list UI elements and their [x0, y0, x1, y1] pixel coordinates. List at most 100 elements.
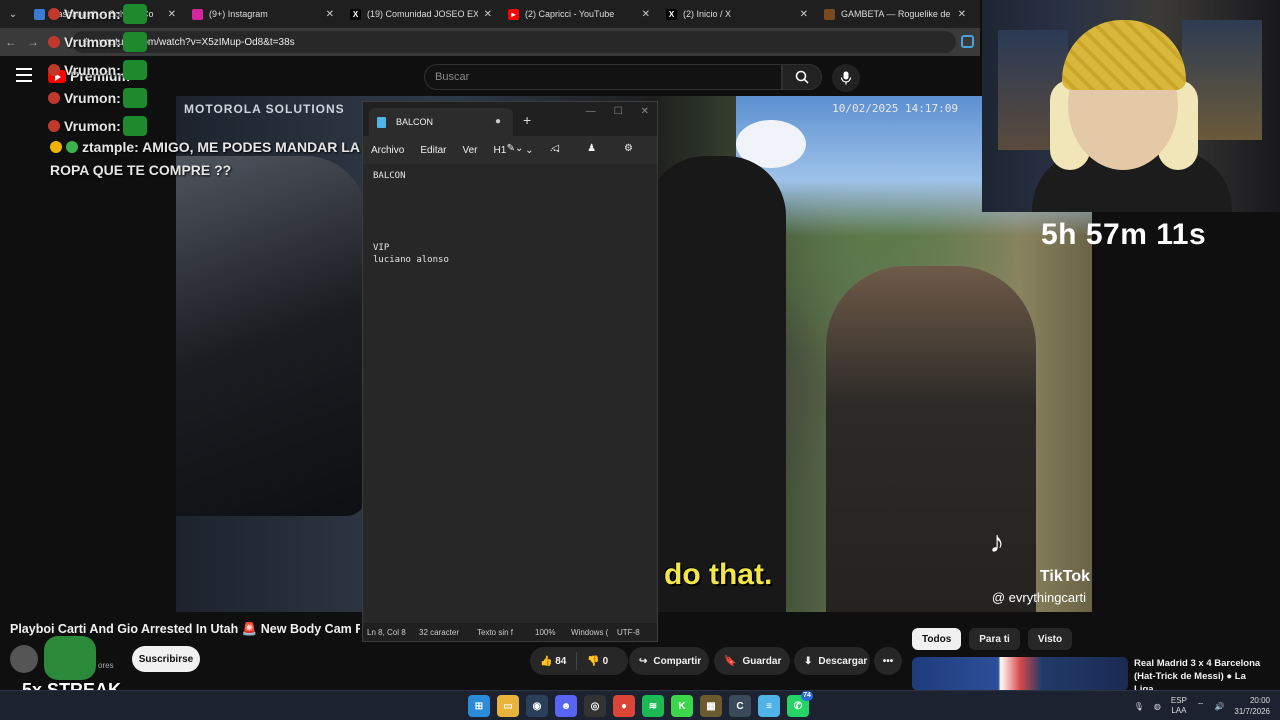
browser-tab-gambeta[interactable]: GAMBETA — Roguelike de Cartas ✕: [816, 0, 974, 28]
tab-search-dropdown-icon[interactable]: ⌄: [0, 0, 26, 28]
format-icon[interactable]: ✎⌄: [507, 143, 524, 154]
close-tab-icon[interactable]: ✕: [800, 9, 808, 20]
close-icon[interactable]: ✕: [641, 106, 649, 117]
clock[interactable]: 20:00 31/7/2026: [1234, 695, 1270, 717]
pepe-emote-icon: [122, 32, 147, 52]
notepad-taskbar-icon[interactable]: ≡: [758, 695, 780, 717]
wifi-icon[interactable]: ⌔: [1197, 701, 1205, 711]
x-favicon-icon: X: [666, 8, 677, 20]
tab-title: (2) Capricci - YouTube: [525, 9, 615, 19]
search-button[interactable]: [782, 64, 822, 90]
browser-tab-x-home[interactable]: X (2) Inicio / X ✕: [658, 0, 816, 28]
browser-tab-youtube[interactable]: ▸ (2) Capricci - YouTube ✕: [500, 0, 658, 28]
minimize-icon[interactable]: —: [586, 106, 596, 117]
search-input[interactable]: Buscar: [424, 64, 782, 90]
notepad-tab[interactable]: BALCON ●: [369, 108, 513, 136]
menu-hamburger-icon[interactable]: [16, 68, 32, 82]
save-label: Guardar: [742, 655, 782, 667]
video-caption: do that.: [664, 558, 773, 591]
more-actions-icon[interactable]: •••: [874, 647, 902, 675]
chat-username: Vrumon:: [64, 34, 121, 50]
settings-gear-icon[interactable]: ⚙: [624, 143, 633, 154]
tab-title: (19) Comunidad JOSEO EXCLU: [367, 9, 478, 19]
chat-line: Vrumon:: [48, 28, 368, 56]
steam-icon[interactable]: ◉: [526, 695, 548, 717]
badge-icon: [48, 36, 60, 48]
lang-code: ESP: [1170, 696, 1187, 705]
microphone-icon: [840, 71, 852, 85]
copilot-icon[interactable]: ◁: [551, 143, 559, 154]
volume-icon[interactable]: 🔊: [1214, 702, 1224, 711]
badge-icon: [48, 8, 60, 20]
notepad-toolbar-right: ✎⌄ ◁ ♟ ⚙: [507, 143, 649, 154]
status-encoding[interactable]: UTF-8: [617, 628, 653, 637]
ccleaner-icon[interactable]: C: [729, 695, 751, 717]
new-tab-icon[interactable]: +: [523, 112, 531, 128]
video-title: Playboi Carti And Gio Arrested In Utah 🚨…: [10, 622, 360, 636]
save-button[interactable]: 🔖 Guardar: [714, 647, 790, 675]
channel-avatar[interactable]: [10, 645, 38, 673]
recommended-title[interactable]: Real Madrid 3 x 4 Barcelona (Hat-Trick d…: [1134, 657, 1264, 691]
unsaved-dot-icon[interactable]: ●: [495, 116, 501, 127]
chat-username: Vrumon:: [64, 90, 121, 106]
subscribe-button[interactable]: Suscribirse: [132, 646, 200, 672]
discord-icon[interactable]: ☻: [555, 695, 577, 717]
chat-username: Vrumon:: [64, 62, 121, 78]
share-button[interactable]: ↪ Compartir: [629, 647, 709, 675]
menu-editar[interactable]: Editar: [420, 145, 446, 156]
status-position: Ln 8, Col 8: [367, 627, 406, 637]
notepad-menubar: Archivo Editar Ver H1 ⌄ ··· ✎⌄ ◁ ♟ ⚙: [363, 136, 657, 164]
close-tab-icon[interactable]: ✕: [958, 9, 966, 20]
voice-search-button[interactable]: [832, 64, 860, 92]
like-button[interactable]: 👍 84: [540, 656, 566, 667]
microphone-tray-icon[interactable]: 🎙: [1134, 702, 1144, 711]
dislike-button[interactable]: 👎 0: [587, 656, 608, 667]
maximize-icon[interactable]: ☐: [614, 106, 623, 117]
filter-chips: Todos Para ti Visto: [912, 628, 1073, 650]
menu-archivo[interactable]: Archivo: [371, 145, 404, 156]
account-icon[interactable]: ♟: [587, 143, 596, 154]
status-chars: 32 caracter: [419, 627, 460, 637]
forward-arrow-icon[interactable]: →: [22, 35, 44, 49]
game-icon[interactable]: ▦: [700, 695, 722, 717]
spotify-icon[interactable]: ≋: [642, 695, 664, 717]
chip-para-ti[interactable]: Para ti: [969, 628, 1020, 650]
chip-todos[interactable]: Todos: [912, 628, 962, 650]
back-arrow-icon[interactable]: ←: [0, 35, 22, 49]
obs-icon[interactable]: ◎: [584, 695, 606, 717]
tab-title: GAMBETA — Roguelike de Cartas: [841, 9, 952, 19]
chat-line: Vrumon:: [48, 84, 368, 112]
tiktok-label: TikTok: [1039, 568, 1090, 585]
network-icon[interactable]: ◍: [1154, 702, 1161, 711]
tab-title: (2) Inicio / X: [683, 9, 732, 19]
screen: ⌄ Dashboard — Solvex&Co ✕ (9+) Instagram…: [0, 0, 1280, 720]
heading-level: H1: [493, 144, 507, 156]
tiktok-logo-icon: ♪: [989, 526, 1005, 559]
chip-visto[interactable]: Visto: [1027, 628, 1073, 650]
windows-start-icon[interactable]: ⊞: [468, 695, 490, 717]
recommended-thumbnail[interactable]: [912, 657, 1128, 691]
notepad-text-area[interactable]: BALCON VIP luciano alonso: [363, 164, 657, 624]
close-tab-icon[interactable]: ✕: [642, 9, 650, 20]
chrome-icon[interactable]: ●: [613, 695, 635, 717]
streamer-beanie: [1062, 20, 1186, 90]
status-format[interactable]: Texto sin f: [471, 628, 535, 637]
gambeta-favicon-icon: [824, 8, 835, 20]
whatsapp-icon[interactable]: ✆ 74: [787, 691, 813, 717]
pepe-emote-icon: [122, 116, 147, 136]
badge-icon: [48, 64, 60, 76]
download-button[interactable]: ⬇ Descargar: [794, 647, 870, 675]
file-explorer-icon[interactable]: ▭: [497, 695, 519, 717]
extension-icon[interactable]: [961, 35, 974, 48]
close-tab-icon[interactable]: ✕: [484, 9, 492, 20]
language-indicator[interactable]: ESP LAA: [1171, 696, 1187, 716]
dashboard-favicon-icon: [34, 8, 45, 20]
kick-icon[interactable]: K: [671, 695, 693, 717]
chat-username: ztample:: [82, 139, 139, 155]
status-eol[interactable]: Windows (: [565, 628, 617, 637]
menu-ver[interactable]: Ver: [462, 145, 477, 156]
youtube-favicon-icon: ▸: [508, 8, 519, 20]
status-zoom[interactable]: 100%: [535, 628, 565, 637]
chat-overlay: Vrumon: Vrumon: Vrumon: Vrumon: Vrumon:: [48, 0, 368, 140]
download-icon: ⬇: [804, 655, 813, 667]
